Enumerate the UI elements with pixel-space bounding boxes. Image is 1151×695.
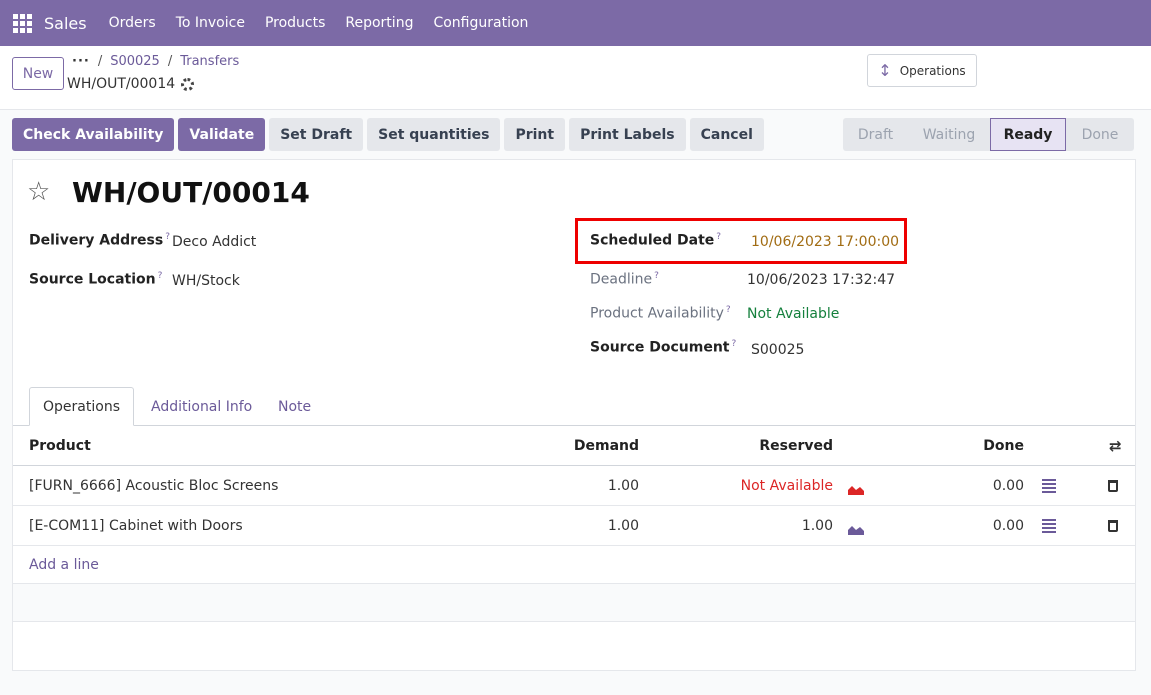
check-availability-button[interactable]: Check Availability xyxy=(12,118,175,151)
nav-to-invoice[interactable]: To Invoice xyxy=(176,15,245,31)
table-row[interactable]: [E-COM11] Cabinet with Doors 1.00 1.00 0… xyxy=(13,506,1135,546)
product-availability-label-text: Product Availability xyxy=(590,305,724,322)
nav-reporting[interactable]: Reporting xyxy=(345,15,413,31)
help-icon[interactable]: ? xyxy=(158,271,163,281)
gear-icon[interactable] xyxy=(181,77,195,91)
add-line-row: Add a line xyxy=(13,546,1135,584)
column-demand[interactable]: Demand xyxy=(553,426,639,466)
stage-done[interactable]: Done xyxy=(1066,118,1134,151)
delivery-address-label-text: Delivery Address xyxy=(29,232,164,249)
nav-orders[interactable]: Orders xyxy=(109,15,156,31)
record-name: WH/OUT/00014 xyxy=(67,76,195,92)
help-icon[interactable]: ? xyxy=(165,232,170,242)
help-icon[interactable]: ? xyxy=(654,271,659,281)
control-panel: New ··· / S00025 / Transfers WH/OUT/0001… xyxy=(0,46,1151,110)
apps-menu-icon[interactable] xyxy=(0,0,44,46)
tab-additional-info[interactable]: Additional Info xyxy=(151,387,252,426)
row-demand[interactable]: 1.00 xyxy=(553,506,639,546)
source-location-field[interactable]: WH/Stock xyxy=(172,273,240,289)
column-reserved[interactable]: Reserved xyxy=(733,426,833,466)
notebook-tabs: Operations Additional Info Note xyxy=(13,387,1135,426)
add-line-link[interactable]: Add a line xyxy=(29,546,99,584)
product-availability-label: Product Availability? xyxy=(590,305,731,322)
form-sheet: ☆ WH/OUT/00014 Delivery Address? Deco Ad… xyxy=(12,159,1136,671)
delivery-address-label: Delivery Address? xyxy=(29,232,170,249)
tab-note[interactable]: Note xyxy=(278,387,311,426)
highlight-box xyxy=(575,218,907,264)
row-product[interactable]: [E-COM11] Cabinet with Doors xyxy=(29,506,243,546)
breadcrumb-more-icon[interactable]: ··· xyxy=(72,54,90,69)
print-button[interactable]: Print xyxy=(504,118,566,151)
stage-waiting[interactable]: Waiting xyxy=(908,118,990,151)
details-list-icon[interactable] xyxy=(1042,506,1056,546)
top-navbar: Sales Orders To Invoice Products Reporti… xyxy=(0,0,1151,46)
deadline-field[interactable]: 10/06/2023 17:32:47 xyxy=(747,272,895,288)
operations-smart-button[interactable]: ↕ Operations xyxy=(867,54,977,87)
up-down-arrows-icon: ↕ xyxy=(878,61,892,80)
forecast-chart-icon[interactable] xyxy=(840,466,864,506)
help-icon[interactable]: ? xyxy=(726,305,731,315)
page-title: WH/OUT/00014 xyxy=(72,176,310,209)
row-reserved: 1.00 xyxy=(801,518,833,534)
row-reserved: Not Available xyxy=(693,466,833,506)
set-quantities-button[interactable]: Set quantities xyxy=(367,118,501,151)
empty-row xyxy=(13,584,1135,622)
record-name-text: WH/OUT/00014 xyxy=(67,76,176,92)
print-labels-button[interactable]: Print Labels xyxy=(569,118,686,151)
set-draft-button[interactable]: Set Draft xyxy=(269,118,364,151)
row-reserved-text: Not Available xyxy=(740,478,833,494)
row-done[interactable]: 0.00 xyxy=(943,466,1024,506)
table-header: Product Demand Reserved Done ⇄ xyxy=(13,426,1135,466)
source-document-field[interactable]: S00025 xyxy=(751,342,804,358)
breadcrumb-transfers[interactable]: Transfers xyxy=(180,54,239,69)
breadcrumb-separator: / xyxy=(167,54,173,69)
new-button[interactable]: New xyxy=(12,57,64,90)
delivery-address-field[interactable]: Deco Addict xyxy=(172,234,256,250)
row-product[interactable]: [FURN_6666] Acoustic Bloc Screens xyxy=(29,466,278,506)
help-icon[interactable]: ? xyxy=(732,339,737,349)
column-done[interactable]: Done xyxy=(943,426,1024,466)
forecast-chart-icon[interactable] xyxy=(840,506,864,546)
stage-ready[interactable]: Ready xyxy=(990,118,1066,151)
star-icon[interactable]: ☆ xyxy=(27,177,50,207)
stage-draft[interactable]: Draft xyxy=(843,118,908,151)
breadcrumb: ··· / S00025 / Transfers xyxy=(72,54,239,69)
source-document-label-text: Source Document xyxy=(590,339,730,356)
product-availability-field: Not Available xyxy=(747,306,840,322)
row-demand[interactable]: 1.00 xyxy=(553,466,639,506)
action-buttons: Check Availability Validate Set Draft Se… xyxy=(12,118,764,151)
details-list-icon[interactable] xyxy=(1042,466,1056,506)
app-name[interactable]: Sales xyxy=(44,14,87,33)
source-location-label: Source Location? xyxy=(29,271,162,288)
column-product[interactable]: Product xyxy=(29,426,91,466)
breadcrumb-separator: / xyxy=(97,54,103,69)
status-bar: Draft Waiting Ready Done xyxy=(843,118,1134,151)
cancel-button[interactable]: Cancel xyxy=(689,118,764,151)
trash-icon[interactable] xyxy=(1108,506,1118,546)
nav-products[interactable]: Products xyxy=(265,15,325,31)
source-location-label-text: Source Location xyxy=(29,271,156,288)
deadline-label-text: Deadline xyxy=(590,271,653,288)
tab-operations[interactable]: Operations xyxy=(29,387,134,426)
source-document-label: Source Document? xyxy=(590,339,736,356)
nav-configuration[interactable]: Configuration xyxy=(433,15,528,31)
deadline-label: Deadline? xyxy=(590,271,659,288)
validate-button[interactable]: Validate xyxy=(178,118,266,151)
optional-columns-icon[interactable]: ⇄ xyxy=(1109,426,1122,466)
operations-label: Operations xyxy=(899,63,966,78)
breadcrumb-sale-order[interactable]: S00025 xyxy=(110,54,160,69)
row-done[interactable]: 0.00 xyxy=(943,506,1024,546)
table-row[interactable]: [FURN_6666] Acoustic Bloc Screens 1.00 N… xyxy=(13,466,1135,506)
trash-icon[interactable] xyxy=(1108,466,1118,506)
